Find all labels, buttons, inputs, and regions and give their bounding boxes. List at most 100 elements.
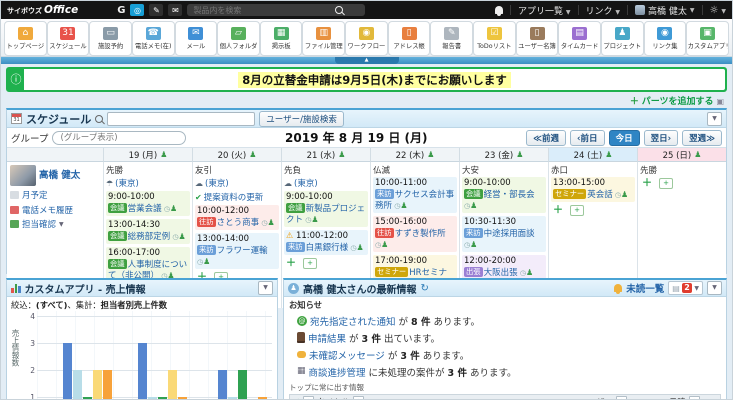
person-icon[interactable]: ♟	[249, 151, 256, 159]
app-phone-memo[interactable]: ☎電話メモ(在)	[132, 21, 175, 56]
event-trip[interactable]: 12:00-20:00出張大阪出張 ◷♟	[462, 255, 546, 280]
user-facility-search-button[interactable]: ユーザー/施設検索	[259, 111, 344, 127]
today-button[interactable]: 今日	[609, 130, 640, 146]
event-visit_out[interactable]: 15:00-16:00往訪すずき製作所 ◷♟	[373, 216, 457, 252]
sort-date-button[interactable]: ▲	[689, 396, 700, 400]
app-workflow[interactable]: ◉ワークフロー	[345, 21, 388, 56]
prev-week-button[interactable]: ≪前週	[526, 130, 566, 146]
sort-title-button2[interactable]: ▲	[353, 396, 364, 400]
person-icon[interactable]: ♟	[427, 151, 434, 159]
unread-count-button[interactable]: ▤ 2 ▼	[668, 281, 703, 295]
user-link-folder[interactable]: 担当確認▼	[10, 218, 100, 230]
notice-link[interactable]: 未確認メッセージ	[309, 348, 385, 362]
app-bulletin[interactable]: ▦掲示板	[260, 21, 303, 56]
app-facility[interactable]: ▭施設予約	[89, 21, 132, 56]
weather-place-link[interactable]: (東京)	[205, 177, 229, 189]
event-title-link[interactable]: 経営・部長会	[484, 190, 535, 200]
person-icon[interactable]: ♟	[516, 151, 523, 159]
event-visit_in[interactable]: ⚠ 11:00-12:00来訪白黒銀行様 ◷♟	[284, 230, 368, 255]
attendee-icon[interactable]: ♟	[267, 218, 274, 227]
sort-title-button[interactable]: ▲	[303, 396, 314, 400]
event-title-link[interactable]: フラワー運輸	[217, 246, 268, 256]
custom-app-menu-button[interactable]: ▼	[258, 281, 273, 295]
attendee-icon[interactable]: ♟	[356, 243, 363, 252]
toolbar-collapse-handle[interactable]: ▲	[335, 57, 399, 64]
schedule-search-input[interactable]	[107, 112, 255, 126]
prev-day-button[interactable]: ‹前日	[570, 130, 605, 146]
apps-menu[interactable]: アプリ一覧 ▼	[518, 4, 571, 17]
event-title-link[interactable]: 英会話	[587, 190, 613, 200]
search-icon[interactable]	[335, 6, 343, 14]
weather-place-link[interactable]: (東京)	[115, 177, 139, 189]
event-visit_in[interactable]: 10:30-11:30来訪中途採用面談 ◷♟	[462, 216, 546, 252]
refresh-icon[interactable]: ↻	[420, 283, 428, 294]
add-event-plus-icon[interactable]: ＋	[642, 179, 652, 189]
event-title-link[interactable]: 大阪出張	[484, 268, 518, 278]
app-file-manage[interactable]: ▥ファイル管理	[302, 21, 345, 56]
attendee-icon[interactable]: ♟	[621, 190, 628, 199]
unread-list-link[interactable]: 未読一覧	[626, 281, 664, 295]
event-visit_in[interactable]: 13:00-14:00来訪フラワー運輸 ◷♟	[195, 233, 279, 269]
event-meeting[interactable]: 13:00-14:30会議総務部定例 ◷♟	[106, 219, 190, 244]
weather-place-link[interactable]: (東京)	[294, 177, 318, 189]
notice-link[interactable]: 申請結果	[308, 331, 346, 345]
camera-icon[interactable]: ◎	[130, 4, 144, 16]
user-link-memo[interactable]: 電話メモ履歴	[10, 204, 100, 216]
latest-info-menu-button[interactable]: ▼	[707, 281, 722, 295]
event-visit_in[interactable]: 10:00-11:00来訪サクセス会計事務所 ◷♟	[373, 177, 457, 213]
person-icon[interactable]: ♟	[160, 151, 167, 159]
day-header[interactable]: 21 (水)♟	[281, 148, 370, 162]
attendee-icon[interactable]: ♟	[400, 201, 407, 210]
person-icon[interactable]: ♟	[338, 151, 345, 159]
app-report[interactable]: ✎報告書	[430, 21, 473, 56]
links-menu[interactable]: リンク ▼	[586, 4, 621, 17]
add-note-icon[interactable]: +	[659, 178, 673, 189]
day-header[interactable]: 25 (日)♟	[637, 148, 726, 162]
event-meeting[interactable]: 9:00-10:00会議営業会議 ◷♟	[106, 191, 190, 216]
group-select[interactable]: (グループ表示)	[52, 131, 186, 145]
app-todo-list[interactable]: ☑ToDoリスト	[473, 21, 516, 56]
global-search-input[interactable]	[191, 5, 335, 16]
add-note-icon[interactable]: +	[570, 205, 584, 216]
next-day-button[interactable]: 翌日›	[644, 130, 679, 146]
app-user-list[interactable]: ▯ユーザー名簿	[516, 21, 559, 56]
attendee-icon[interactable]: ♟	[470, 201, 477, 210]
person-icon[interactable]: ♟	[605, 151, 612, 159]
schedule-user-name[interactable]: 高橋 健太	[39, 167, 80, 181]
next-week-button[interactable]: 翌週≫	[682, 130, 722, 146]
day-header[interactable]: 19 (月)♟	[103, 148, 192, 162]
attendee-icon[interactable]: ♟	[178, 232, 185, 241]
settings-menu[interactable]: ☼ ▼	[710, 5, 726, 16]
attendee-icon[interactable]: ♟	[470, 240, 477, 249]
event-seminar[interactable]: 13:00-15:00セミナー英会話 ◷♟	[551, 177, 635, 202]
palette-icon[interactable]: ✎	[149, 4, 163, 16]
app-links[interactable]: ◉リンク集	[644, 21, 687, 56]
notice-link[interactable]: 宛先指定された通知	[310, 314, 396, 328]
day-header[interactable]: 20 (火)♟	[192, 148, 281, 162]
app-schedule[interactable]: 31スケジュール	[47, 21, 90, 56]
attendee-icon[interactable]: ♟	[381, 240, 388, 249]
mail-shortcut-icon[interactable]: ✉	[168, 4, 182, 16]
app-mail[interactable]: ✉メール	[175, 21, 218, 56]
app-custom-app[interactable]: ▣カスタムアプリ	[686, 21, 729, 56]
attendee-icon[interactable]: ♟	[203, 257, 210, 266]
event-title-link[interactable]: さとう商事	[217, 218, 260, 228]
event-title-link[interactable]: 総務部定例	[128, 232, 171, 242]
g-button[interactable]: G	[117, 5, 125, 16]
event-meeting[interactable]: 9:00-10:00会議経営・部長会 ◷♟	[462, 177, 546, 213]
sort-user-button[interactable]: ▲	[616, 396, 627, 400]
event-title-link[interactable]: 営業会議	[128, 204, 162, 214]
notification-bell-icon[interactable]	[495, 6, 503, 14]
event-title-link[interactable]: 白黒銀行様	[306, 243, 349, 253]
day-header[interactable]: 22 (木)♟	[370, 148, 459, 162]
app-personal-folder[interactable]: ▱個人フォルダ	[217, 21, 260, 56]
add-event-plus-icon[interactable]: ＋	[286, 259, 296, 269]
add-event-plus-icon[interactable]: ＋	[553, 206, 563, 216]
event-meeting[interactable]: 9:00-10:00会議新製品プロジェクト ◷♟	[284, 191, 368, 227]
add-parts-link[interactable]: パーツを追加する	[642, 97, 714, 107]
schedule-menu-button[interactable]: ▼	[707, 112, 722, 126]
user-link-cal[interactable]: 月予定	[10, 189, 100, 201]
event-title-link[interactable]: すずき製作所	[395, 229, 446, 239]
todo-link[interactable]: 提案資料の更新	[204, 191, 264, 203]
app-timecard[interactable]: ▤タイムカード	[558, 21, 601, 56]
